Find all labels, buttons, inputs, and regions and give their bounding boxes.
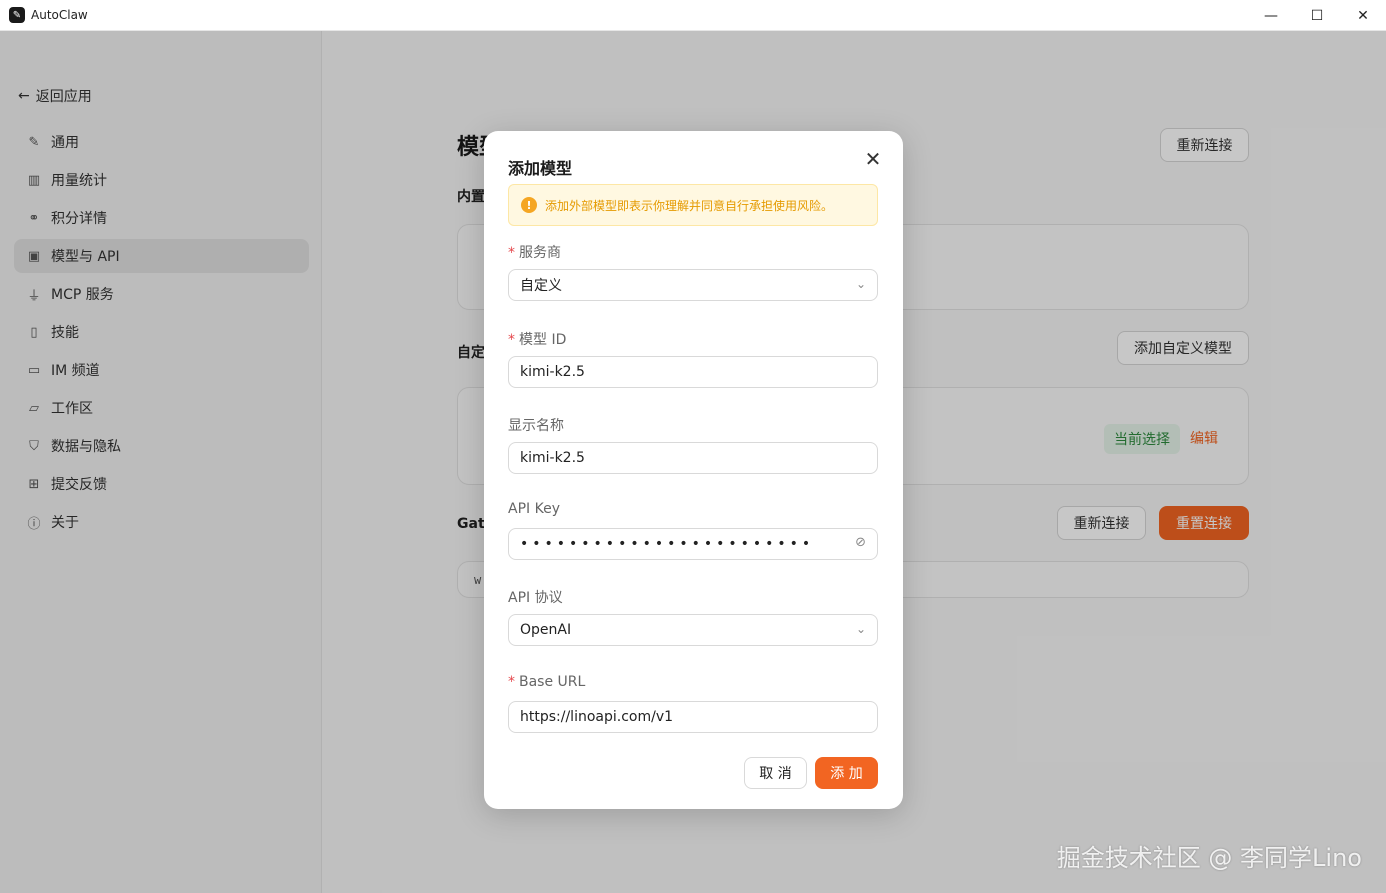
display-name-label: 显示名称 [508,418,564,434]
api-protocol-select[interactable]: OpenAI ⌄ [508,614,878,646]
model-id-input[interactable]: kimi-k2.5 [508,356,878,388]
window-title: AutoClaw [31,8,88,22]
api-key-masked-value: •••••••••••••••••••••••• [520,536,815,552]
minimize-button[interactable]: — [1248,0,1294,31]
add-model-dialog: 添加模型 ✕ ! 添加外部模型即表示你理解并同意自行承担使用风险。 * 服务商 自… [484,131,903,809]
eye-off-icon[interactable]: ⊘ [855,535,866,550]
api-protocol-value: OpenAI [520,622,572,638]
close-icon[interactable]: ✕ [863,147,883,171]
dialog-title: 添加模型 [508,159,573,178]
app-logo-icon: ✎ [9,7,25,23]
chevron-down-icon: ⌄ [855,622,866,636]
api-protocol-label: API 协议 [508,590,563,606]
api-key-input[interactable]: •••••••••••••••••••••••• ⊘ [508,528,878,560]
window-controls: — ☐ ✕ [1248,0,1386,31]
display-name-input[interactable]: kimi-k2.5 [508,442,878,474]
display-name-value: kimi-k2.5 [520,450,585,466]
provider-select[interactable]: 自定义 ⌄ [508,269,878,301]
close-window-button[interactable]: ✕ [1340,0,1386,31]
model-id-value: kimi-k2.5 [520,364,585,380]
provider-label: * 服务商 [508,245,561,261]
risk-warning-alert: ! 添加外部模型即表示你理解并同意自行承担使用风险。 [508,184,878,226]
watermark-text: 掘金技术社区 @ 李同学Lino [1056,844,1362,872]
title-bar: ✎ AutoClaw — ☐ ✕ [0,0,1386,31]
warning-icon: ! [521,197,537,213]
base-url-input[interactable]: https://linoapi.com/v1 [508,701,878,733]
cancel-button[interactable]: 取 消 [744,757,807,789]
model-id-label: * 模型 ID [508,332,567,348]
base-url-value: https://linoapi.com/v1 [520,709,674,725]
warning-text: 添加外部模型即表示你理解并同意自行承担使用风险。 [545,198,834,213]
maximize-button[interactable]: ☐ [1294,0,1340,31]
api-key-label: API Key [508,501,560,517]
chevron-down-icon: ⌄ [855,277,866,291]
provider-value: 自定义 [520,278,562,294]
add-button[interactable]: 添 加 [815,757,878,789]
base-url-label: * Base URL [508,674,586,690]
